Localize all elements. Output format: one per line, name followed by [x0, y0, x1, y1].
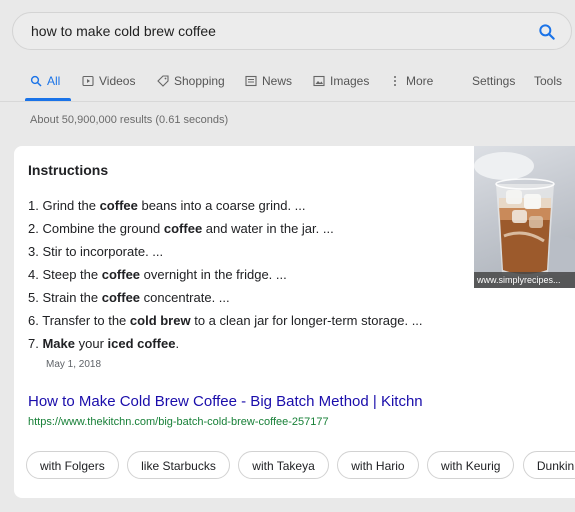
- step-keyword: cold brew: [129, 313, 191, 328]
- tab-label: Shopping: [174, 74, 225, 88]
- step-text: Transfer to the: [42, 313, 130, 328]
- tab-more[interactable]: More: [389, 74, 433, 88]
- tools-label: Tools: [534, 74, 563, 88]
- chip-with-folgers[interactable]: with Folgers: [26, 451, 119, 479]
- step-number: 2.: [28, 221, 39, 236]
- instruction-step: 5. Strain the coffee concentrate. ...: [28, 286, 423, 309]
- chip-with-takeya[interactable]: with Takeya: [238, 451, 329, 479]
- instruction-step: 6. Transfer to the cold brew to a clean …: [28, 309, 423, 332]
- newspaper-icon: [245, 75, 257, 87]
- step-number: 5.: [28, 290, 39, 305]
- featured-snippet: Instructions 1. Grind the coffee beans i…: [14, 146, 575, 498]
- step-keyword: Make: [42, 336, 75, 351]
- instruction-step: 4. Steep the coffee overnight in the fri…: [28, 263, 423, 286]
- tab-images[interactable]: Images: [313, 74, 369, 88]
- instruction-step: 3. Stir to incorporate. ...: [28, 240, 423, 263]
- iced-coffee-image: [474, 152, 575, 278]
- image-source-caption: www.simplyrecipes...: [474, 272, 575, 288]
- chip-like-starbucks[interactable]: like Starbucks: [127, 451, 230, 479]
- step-keyword: iced coffee: [107, 336, 176, 351]
- chip-with-hario[interactable]: with Hario: [337, 451, 419, 479]
- step-text: your: [75, 336, 108, 351]
- step-keyword: coffee: [99, 198, 138, 213]
- step-keyword: coffee: [101, 290, 141, 305]
- step-text: Strain the: [42, 290, 102, 305]
- step-text: overnight in the fridge. ...: [140, 267, 287, 282]
- step-text: Steep the: [42, 267, 102, 282]
- chip-dunkin-donuts[interactable]: Dunkin Donuts: [522, 451, 575, 479]
- instruction-step: 2. Combine the ground coffee and water i…: [28, 217, 423, 240]
- tab-all[interactable]: All: [30, 74, 60, 88]
- result-url: https://www.thekitchn.com/big-batch-cold…: [28, 416, 329, 428]
- search-icon: [30, 75, 42, 87]
- instruction-step: 7. Make your iced coffee.: [28, 332, 423, 355]
- step-number: 6.: [28, 313, 39, 328]
- settings-label: Settings: [472, 74, 516, 88]
- tab-label: All: [47, 74, 61, 88]
- step-text: and water in the jar. ...: [202, 221, 334, 236]
- step-text: beans into a coarse grind. ...: [137, 198, 306, 213]
- snippet-image[interactable]: www.simplyrecipes...: [474, 146, 575, 288]
- step-text: concentrate. ...: [140, 290, 230, 305]
- result-stats: About 50,900,000 results (0.61 seconds): [30, 114, 229, 126]
- tab-label: Videos: [99, 74, 136, 88]
- search-tabs: All Videos Shopping News Images More Set…: [0, 70, 575, 101]
- chip-with-keurig[interactable]: with Keurig: [427, 451, 515, 479]
- tab-label: More: [406, 74, 434, 88]
- step-number: 3.: [28, 244, 39, 259]
- step-keyword: coffee: [101, 267, 141, 282]
- step-text: Combine the ground: [42, 221, 164, 236]
- snippet-heading: Instructions: [28, 162, 109, 178]
- step-number: 1.: [28, 198, 39, 213]
- result-title-link[interactable]: How to Make Cold Brew Coffee - Big Batch…: [28, 393, 423, 410]
- tab-label: Images: [330, 74, 370, 88]
- settings-link[interactable]: Settings: [472, 74, 515, 88]
- step-text: to a clean jar for longer-term storage. …: [190, 313, 423, 328]
- tools-link[interactable]: Tools: [534, 74, 562, 88]
- search-icon[interactable]: [537, 22, 557, 42]
- step-text: Grind the: [42, 198, 100, 213]
- step-text: .: [175, 336, 180, 351]
- tab-shopping[interactable]: Shopping: [157, 74, 225, 88]
- snippet-date: May 1, 2018: [46, 359, 102, 370]
- tab-label: News: [262, 74, 293, 88]
- step-number: 7.: [28, 336, 39, 351]
- step-number: 4.: [28, 267, 39, 282]
- search-bar[interactable]: how to make cold brew coffee: [12, 12, 572, 50]
- play-icon: [82, 75, 94, 87]
- more-vertical-icon: [394, 76, 396, 86]
- step-text: Stir to incorporate. ...: [42, 244, 164, 259]
- tag-icon: [157, 75, 169, 87]
- image-icon: [313, 75, 325, 87]
- tab-news[interactable]: News: [245, 74, 292, 88]
- step-keyword: coffee: [163, 221, 203, 236]
- instruction-step: 1. Grind the coffee beans into a coarse …: [28, 194, 423, 217]
- tabs-divider: [0, 101, 575, 102]
- instruction-list: 1. Grind the coffee beans into a coarse …: [28, 194, 423, 355]
- search-input[interactable]: how to make cold brew coffee: [31, 23, 216, 39]
- related-chips: with Folgers like Starbucks with Takeya …: [26, 451, 575, 479]
- tab-videos[interactable]: Videos: [82, 74, 135, 88]
